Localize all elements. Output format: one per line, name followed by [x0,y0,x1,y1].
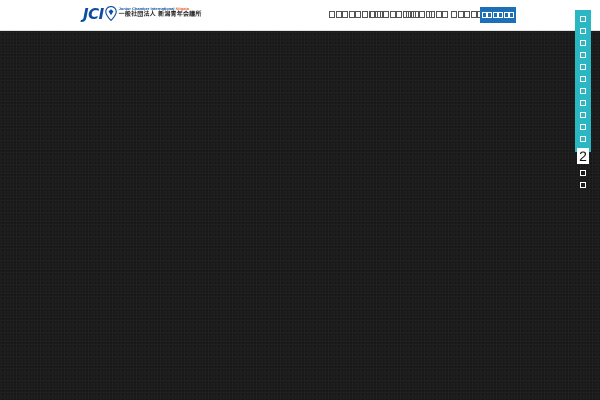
glyph-box [335,11,342,18]
map-pin-icon [104,6,117,21]
glyph-box [503,12,509,18]
glyph-box [451,11,457,18]
glyph-box [406,11,412,18]
glyph-box [481,12,487,18]
glyph-box [370,11,376,18]
glyph-box [580,76,586,82]
glyph-box [429,11,435,18]
side-floating-tab[interactable]: 2 [575,10,591,188]
glyph-box [580,88,586,94]
glyph-box [580,64,586,70]
glyph-box [580,52,586,58]
side-tab-label-top [580,16,586,148]
glyph-box [396,11,403,18]
site-header: JCI Junior Chamber International Niigata… [0,0,600,31]
glyph-box [580,40,586,46]
glyph-box [457,11,464,18]
glyph-box [492,12,498,18]
glyph-box [580,16,586,22]
glyph-box [419,11,426,18]
glyph-box [470,11,477,18]
glyph-box [342,11,349,18]
glyph-box [329,11,335,18]
glyph-box [442,11,449,18]
hero-background [0,31,600,400]
nav-item-4[interactable] [429,9,449,21]
glyph-box [487,12,493,18]
glyph-box [580,182,586,188]
glyph-box [412,11,419,18]
glyph-box [580,136,586,142]
contact-button[interactable] [480,7,516,23]
site-logo[interactable]: JCI Junior Chamber International Niigata… [83,6,202,24]
glyph-box [580,100,586,106]
logo-org-name: 一般社団法人 新潟青年会議所 [118,11,202,18]
glyph-box [464,11,471,18]
glyph-box [580,28,586,34]
glyph-box [389,11,396,18]
side-tab-label-bottom [580,170,586,194]
logo-mark: JCI [83,5,104,23]
glyph-box [580,124,586,130]
glyph-box [355,11,362,18]
glyph-box [383,11,390,18]
glyph-box [509,12,515,18]
glyph-box [580,170,586,176]
glyph-box [498,12,504,18]
glyph-box [435,11,442,18]
glyph-box [361,11,368,18]
glyph-box [348,11,355,18]
glyph-box [376,11,383,18]
logo-text: Junior Chamber International Niigata 一般社… [119,6,202,19]
glyph-box [580,112,586,118]
side-tab-number: 2 [577,148,589,164]
